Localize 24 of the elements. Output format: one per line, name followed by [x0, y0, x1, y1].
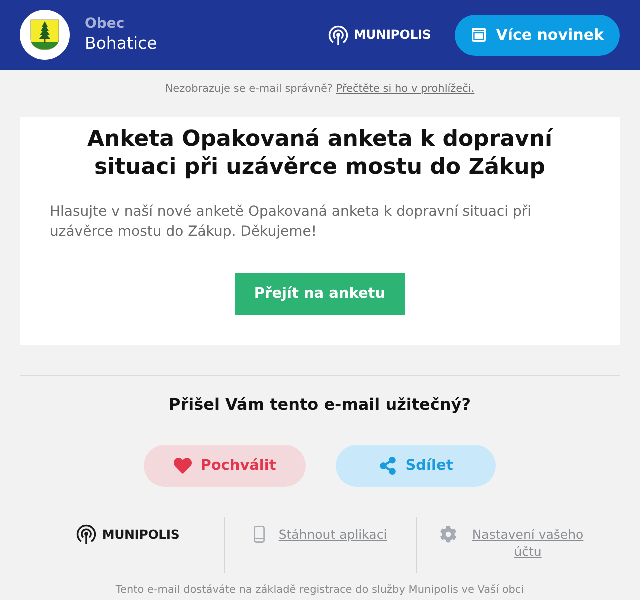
phone-icon — [254, 526, 265, 543]
gear-icon — [440, 526, 457, 543]
feedback-question: Přišel Vám tento e-mail užitečný? — [168, 395, 472, 415]
share-icon — [378, 457, 397, 475]
more-news-button[interactable]: Více novinek — [455, 14, 620, 56]
like-button[interactable]: Pochválit — [144, 445, 306, 487]
municipality-name: Bohatice — [85, 33, 158, 55]
settings-link[interactable]: Nastavení vašeho účtu — [471, 526, 585, 560]
article-title: Anketa Opakovaná anketa k dopravní situaci při uzávěrce mostu do Zákup — [86, 126, 554, 182]
brand-name: MUNIPOLIS — [354, 27, 432, 43]
poll-button[interactable]: Přejít na anketu — [235, 273, 405, 315]
browser-window-icon — [471, 27, 488, 43]
footer-brand-name: MUNIPOLIS — [102, 526, 180, 542]
radio-signal-icon — [328, 24, 349, 46]
article-body: Hlasujte v naší nové anketě Opakovaná anketa k dopravní situaci při uzávěrce mostu do Zákup. Děkujeme! — [50, 203, 532, 242]
share-button[interactable]: Sdílet — [336, 445, 496, 487]
footer-note: Tento e-mail dostáváte na základě registrace do služby Munipolis ve Vaší obci — [114, 583, 526, 597]
coat-of-arms-icon — [20, 10, 70, 60]
browser-link[interactable]: Přečtěte si ho v prohlížeči. — [336, 83, 475, 95]
municipality-type: Obec — [85, 15, 125, 33]
preheader-text: Nezobrazuje se e-mail správně? Přečtěte si ho v prohlížeči. — [165, 82, 475, 96]
app-link[interactable]: Stáhnout aplikaci — [278, 526, 388, 543]
heart-icon — [174, 457, 192, 475]
radio-signal-icon — [76, 524, 98, 545]
